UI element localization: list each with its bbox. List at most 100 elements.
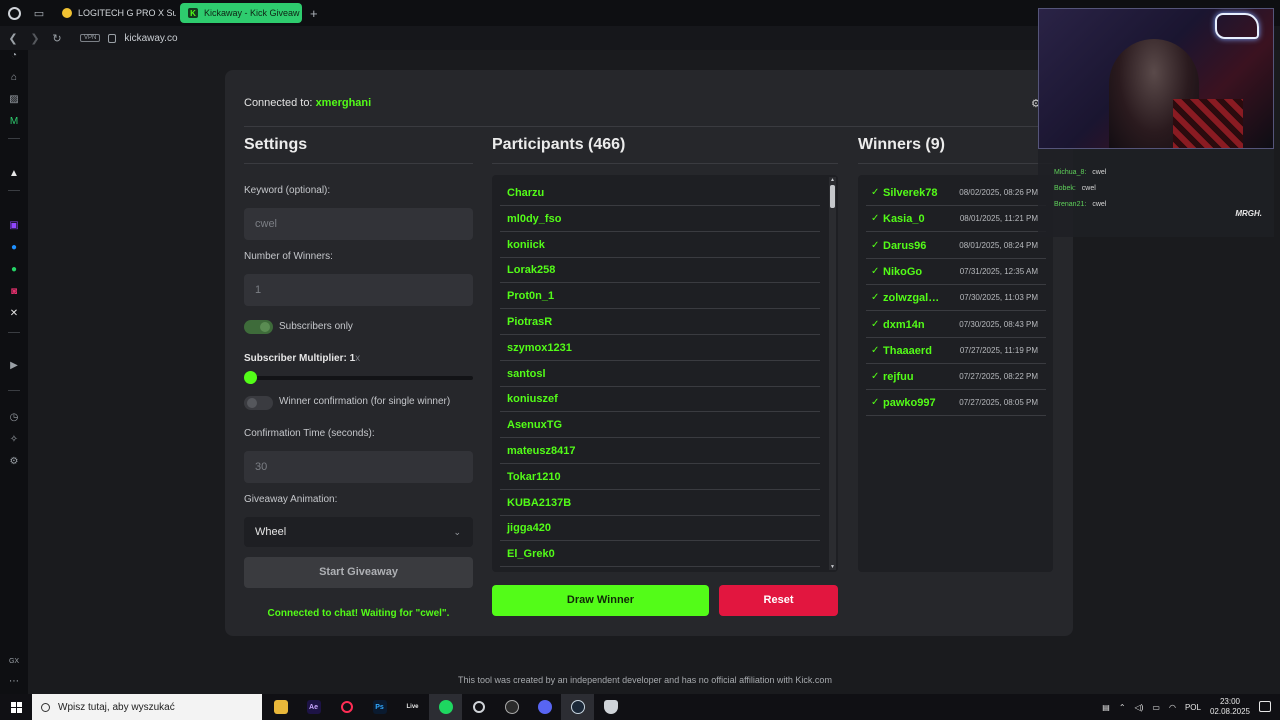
taskbar-clock[interactable]: 23:00 02.08.2025 bbox=[1210, 697, 1250, 717]
language-indicator[interactable]: POL bbox=[1185, 703, 1201, 712]
participant-item: santosl bbox=[500, 361, 820, 387]
crypto-wallet-icon[interactable]: ⌂ bbox=[8, 72, 20, 84]
participant-item: koniuszef bbox=[500, 386, 820, 413]
check-icon: ✓ bbox=[871, 213, 880, 225]
m-app-icon[interactable]: M bbox=[8, 116, 20, 128]
spotify-icon[interactable] bbox=[429, 694, 462, 720]
draw-winner-button[interactable]: Draw Winner bbox=[492, 585, 709, 616]
photoshop-icon[interactable]: Ps bbox=[363, 694, 396, 720]
scroll-thumb[interactable] bbox=[830, 185, 835, 208]
tab-logitech[interactable]: LOGITECH G PRO X Supe bbox=[54, 3, 176, 23]
participant-item: Prot0n_1 bbox=[500, 283, 820, 310]
check-icon: ✓ bbox=[871, 239, 880, 251]
winner-name: dxm14n bbox=[883, 318, 925, 331]
forward-icon[interactable]: ❯ bbox=[26, 32, 44, 45]
back-icon[interactable]: ❮ bbox=[4, 32, 22, 45]
winner-date: 07/30/2025, 11:03 PM bbox=[959, 293, 1038, 303]
winner-date: 08/01/2025, 08:24 PM bbox=[959, 240, 1038, 250]
multiplier-slider[interactable] bbox=[244, 371, 473, 384]
news-icon[interactable]: ▨ bbox=[8, 94, 20, 106]
taskbar-search[interactable]: Wpisz tutaj, aby wyszukać bbox=[32, 694, 262, 720]
scrollbar[interactable]: ▲ ▼ bbox=[829, 177, 836, 570]
reset-button[interactable]: Reset bbox=[719, 585, 838, 616]
volume-icon[interactable]: ◁) bbox=[1135, 703, 1144, 712]
opera-gx-icon[interactable] bbox=[330, 694, 363, 720]
winner-date: 07/31/2025, 12:35 AM bbox=[959, 266, 1038, 276]
whatsapp-icon[interactable]: ● bbox=[8, 264, 20, 276]
tab-kickaway[interactable]: K Kickaway - Kick Giveaw bbox=[180, 3, 302, 23]
discord-icon[interactable] bbox=[528, 694, 561, 720]
participant-item: PiotrasR bbox=[500, 309, 820, 335]
obs-icon[interactable] bbox=[495, 694, 528, 720]
tab-label: LOGITECH G PRO X Supe bbox=[78, 8, 176, 18]
winner-item: ✓ NikoGo 07/31/2025, 12:35 AM bbox=[866, 259, 1046, 285]
arc-app-icon[interactable]: ▲ bbox=[8, 168, 20, 180]
settings-icon[interactable]: ⚙ bbox=[8, 456, 20, 468]
divider bbox=[244, 126, 1054, 127]
chat-message: Michua_8: cwel bbox=[1054, 169, 1107, 176]
aria-icon[interactable]: ◔ bbox=[8, 50, 20, 62]
reload-icon[interactable]: ↻ bbox=[48, 32, 66, 45]
scroll-up-icon[interactable]: ▲ bbox=[829, 177, 836, 183]
winner-item: ✓ Kasia_0 08/01/2025, 11:21 PM bbox=[866, 206, 1046, 233]
windows-logo-icon bbox=[10, 701, 22, 713]
ableton-live-icon[interactable]: Live bbox=[396, 694, 429, 720]
history-icon[interactable]: ◷ bbox=[8, 412, 20, 424]
winners-count-input[interactable]: 1 bbox=[244, 274, 473, 306]
url-field[interactable]: kickaway.co bbox=[124, 33, 177, 44]
x-twitter-icon[interactable]: ✕ bbox=[8, 308, 20, 320]
winner-date: 08/01/2025, 11:21 PM bbox=[959, 214, 1038, 224]
chevron-down-icon: ⌄ bbox=[453, 527, 461, 537]
after-effects-icon[interactable]: Ae bbox=[297, 694, 330, 720]
winner-name: pawko997 bbox=[883, 397, 936, 410]
ccleaner-icon[interactable] bbox=[462, 694, 495, 720]
settings-title: Settings bbox=[244, 136, 308, 153]
keyboard-layout-icon[interactable]: ▤ bbox=[1102, 703, 1110, 712]
steam-icon[interactable] bbox=[561, 694, 594, 720]
slider-thumb[interactable] bbox=[244, 371, 257, 384]
security-shield-icon[interactable] bbox=[594, 694, 627, 720]
tray-chevron-icon[interactable]: ⌃ bbox=[1119, 703, 1126, 712]
participants-list[interactable]: ▲ ▼ Charzu ml0dy_fso koniick Lorak258 Prot0n… bbox=[492, 175, 838, 572]
lock-icon[interactable] bbox=[108, 33, 117, 43]
extensions-icon[interactable]: ✧ bbox=[8, 434, 20, 446]
wifi-icon[interactable]: ◠ bbox=[1169, 703, 1176, 712]
chat-message: Bobek: cwel bbox=[1054, 185, 1096, 192]
winner-name: Silverek78 bbox=[883, 187, 938, 199]
participant-item: El_Grek0 bbox=[500, 541, 820, 568]
start-button[interactable] bbox=[0, 694, 32, 720]
confirmation-time-label: Confirmation Time (seconds): bbox=[244, 428, 375, 439]
participant-item: KUBA2137B bbox=[500, 490, 820, 516]
keyword-input[interactable]: cwel bbox=[244, 208, 473, 240]
subscribers-only-toggle[interactable] bbox=[244, 320, 273, 334]
winner-confirmation-toggle[interactable] bbox=[244, 396, 273, 410]
network-icon[interactable]: ▭ bbox=[1152, 703, 1160, 712]
opera-logo-icon[interactable] bbox=[0, 0, 28, 26]
file-explorer-icon[interactable] bbox=[264, 694, 297, 720]
workspaces-icon[interactable]: ▭ bbox=[28, 0, 50, 26]
winner-item: ✓ Darus96 08/01/2025, 08:24 PM bbox=[866, 233, 1046, 259]
footer-disclaimer: This tool was created by an independent … bbox=[458, 675, 832, 685]
notification-center-icon[interactable] bbox=[1259, 701, 1271, 712]
scroll-down-icon[interactable]: ▼ bbox=[829, 564, 836, 570]
messenger-icon[interactable]: ● bbox=[8, 242, 20, 254]
twitch-icon[interactable]: ▣ bbox=[8, 220, 20, 232]
gx-icon[interactable]: GX bbox=[8, 656, 20, 668]
participant-item: szymox1231 bbox=[500, 335, 820, 361]
vpn-badge[interactable]: VPN bbox=[80, 34, 101, 42]
winners-count-label: Number of Winners: bbox=[244, 251, 333, 262]
instagram-icon[interactable]: ◙ bbox=[8, 286, 20, 298]
neon-sign-icon bbox=[1215, 13, 1259, 39]
confirmation-time-input[interactable]: 30 bbox=[244, 451, 473, 483]
check-icon: ✓ bbox=[871, 344, 880, 356]
tab-favicon-icon bbox=[62, 8, 72, 18]
player-icon[interactable]: ▶ bbox=[8, 360, 20, 372]
start-giveaway-button[interactable]: Start Giveaway bbox=[244, 557, 473, 588]
winner-date: 07/27/2025, 11:19 PM bbox=[959, 345, 1038, 355]
animation-select[interactable]: Wheel ⌄ bbox=[244, 517, 473, 547]
search-placeholder: Wpisz tutaj, aby wyszukać bbox=[58, 701, 175, 713]
participant-item: koniick bbox=[500, 232, 820, 258]
new-tab-icon[interactable]: + bbox=[310, 6, 318, 21]
check-icon: ✓ bbox=[871, 292, 880, 304]
kick-favicon-icon: K bbox=[188, 8, 198, 18]
